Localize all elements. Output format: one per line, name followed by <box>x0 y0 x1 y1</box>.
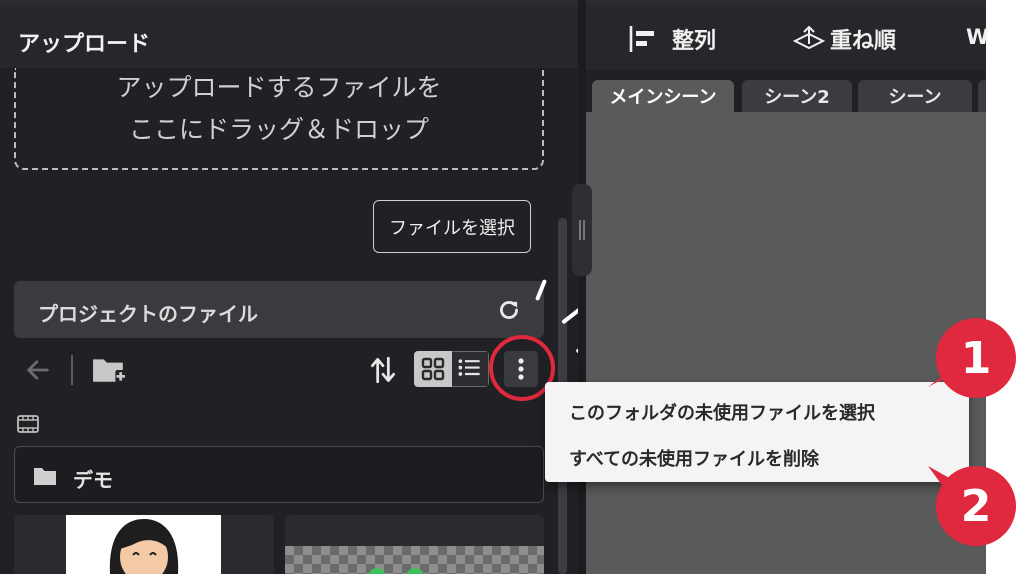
project-files-title: プロジェクトのファイル <box>38 302 258 326</box>
project-files-header: プロジェクトのファイル <box>14 281 544 338</box>
editor-toolbar: 整列 重ね順 W <box>586 6 989 70</box>
upload-title: アップロード <box>18 32 151 57</box>
grid-view-button[interactable] <box>414 351 452 387</box>
dropzone-text-line2: ここにドラッグ＆ドロップ <box>128 115 429 144</box>
tab-scene-2[interactable]: シーン2 <box>742 80 852 112</box>
refresh-icon[interactable] <box>496 297 522 323</box>
menu-select-unused-files[interactable]: このフォルダの未使用ファイルを選択 <box>569 399 875 425</box>
green-shape-preview <box>368 568 424 574</box>
upload-header: アップロード <box>0 6 578 68</box>
tab-scene-3[interactable]: シーン <box>858 80 972 112</box>
folder-icon <box>34 468 56 485</box>
dropzone-text-line1: アップロードするファイルを <box>116 73 442 102</box>
scene-tabs: メインシーン シーン2 シーン <box>586 70 986 112</box>
toolbar-separator <box>71 355 73 385</box>
grip-line <box>583 220 585 240</box>
truncated-tool-label[interactable]: W <box>966 25 989 49</box>
character-thumbnail-image <box>66 515 221 574</box>
folder-name: デモ <box>73 468 113 492</box>
grip-line <box>579 220 581 240</box>
list-view-button[interactable] <box>452 351 489 387</box>
panel-resize-handle[interactable] <box>572 184 592 276</box>
align-icon[interactable] <box>628 24 658 54</box>
layer-order-icon[interactable] <box>792 24 826 54</box>
sort-icon[interactable] <box>370 354 396 386</box>
list-view-icon <box>458 359 480 376</box>
folder-item[interactable]: デモ <box>14 446 544 503</box>
tab-main-scene[interactable]: メインシーン <box>592 80 734 112</box>
align-label[interactable]: 整列 <box>672 23 716 55</box>
file-thumbnail[interactable] <box>14 515 274 574</box>
layer-order-label[interactable]: 重ね順 <box>830 23 896 55</box>
tab-overflow[interactable] <box>978 80 986 112</box>
grid-view-icon <box>421 357 445 381</box>
character-illustration <box>109 519 179 574</box>
new-folder-icon[interactable] <box>92 355 126 385</box>
step-badge-2: 2 <box>936 466 1016 546</box>
panel-divider <box>578 0 586 574</box>
select-file-button[interactable]: ファイルを選択 <box>373 200 531 253</box>
film-icon <box>17 415 39 433</box>
more-options-menu: このフォルダの未使用ファイルを選択 すべての未使用ファイルを削除 <box>545 382 969 482</box>
back-arrow-icon[interactable] <box>24 356 52 384</box>
file-thumbnail[interactable] <box>285 515 544 574</box>
upload-dropzone[interactable]: アップロードするファイルを ここにドラッグ＆ドロップ <box>14 68 544 170</box>
menu-delete-all-unused-files[interactable]: すべての未使用ファイルを削除 <box>569 445 819 471</box>
step-badge-1: 1 <box>936 318 1016 398</box>
view-mode-toggle <box>414 351 489 387</box>
